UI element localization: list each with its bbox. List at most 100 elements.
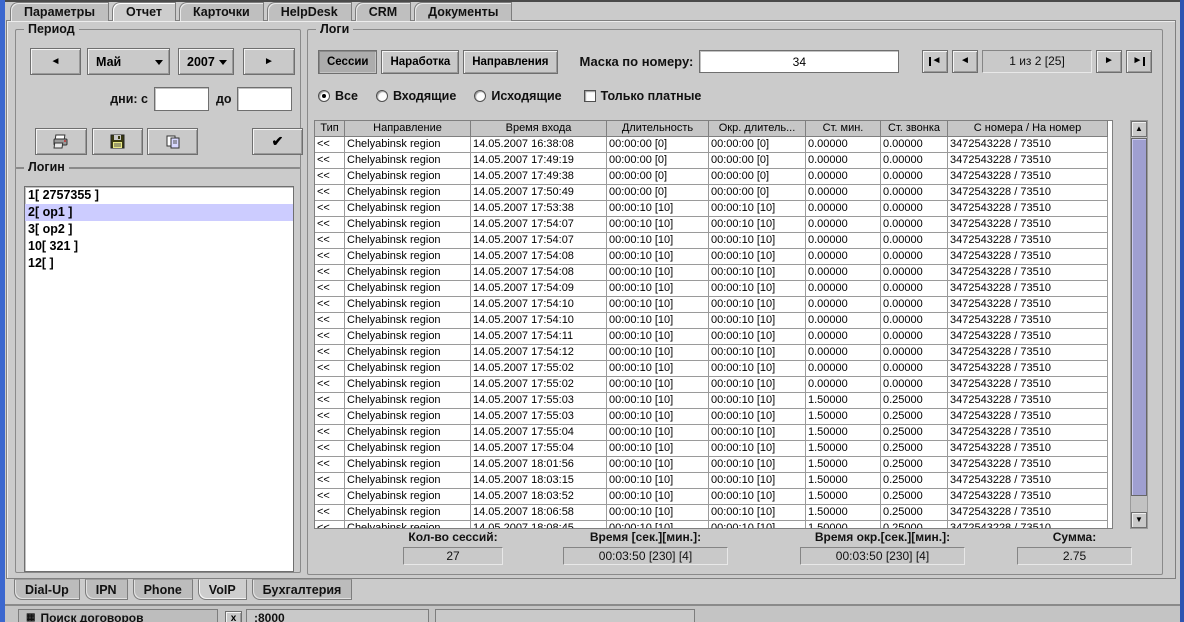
table-row[interactable]: <<Chelyabinsk region14.05.2007 18:03:520… (315, 489, 1112, 505)
taskbar-tab-8000[interactable]: :8000 (246, 609, 429, 622)
login-item[interactable]: 3[ op2 ] (25, 221, 293, 238)
summary-value: 2.75 (1017, 547, 1132, 565)
radio-Все[interactable]: Все (318, 89, 358, 103)
tab-Документы[interactable]: Документы (414, 2, 512, 21)
table-row[interactable]: <<Chelyabinsk region14.05.2007 18:01:560… (315, 457, 1112, 473)
table-row[interactable]: <<Chelyabinsk region14.05.2007 17:54:080… (315, 265, 1112, 281)
table-row[interactable]: <<Chelyabinsk region14.05.2007 17:54:090… (315, 281, 1112, 297)
table-row[interactable]: <<Chelyabinsk region14.05.2007 17:54:070… (315, 233, 1112, 249)
last-page-button[interactable]: ► (1126, 50, 1152, 73)
login-item[interactable]: 12[ ] (25, 255, 293, 272)
table-cell: 00:00:10 [10] (607, 329, 709, 345)
table-cell: 14.05.2007 17:54:12 (471, 345, 607, 361)
login-item[interactable]: 10[ 321 ] (25, 238, 293, 255)
table-cell: << (315, 441, 345, 457)
table-row[interactable]: <<Chelyabinsk region14.05.2007 17:55:030… (315, 393, 1112, 409)
table-row[interactable]: <<Chelyabinsk region14.05.2007 17:54:070… (315, 217, 1112, 233)
print-button[interactable] (35, 128, 87, 155)
table-cell: 00:00:10 [10] (607, 521, 709, 529)
taskbar-tab-empty[interactable] (435, 609, 695, 622)
tab-IPN[interactable]: IPN (85, 579, 128, 600)
table-cell: << (315, 233, 345, 249)
table-row[interactable]: <<Chelyabinsk region14.05.2007 17:49:380… (315, 169, 1112, 185)
summary-label: Время [сек.][мин.]: (590, 530, 701, 544)
paid-only-checkbox[interactable]: Только платные (584, 89, 702, 103)
table-cell: 00:00:10 [10] (709, 489, 806, 505)
summary-label: Сумма: (1053, 530, 1096, 544)
table-row[interactable]: <<Chelyabinsk region14.05.2007 17:49:190… (315, 153, 1112, 169)
prev-page-button[interactable]: ◄ (952, 50, 978, 73)
table-row[interactable]: <<Chelyabinsk region14.05.2007 17:53:380… (315, 201, 1112, 217)
column-header[interactable]: Ст. мин. (806, 121, 881, 137)
table-row[interactable]: <<Chelyabinsk region14.05.2007 16:38:080… (315, 137, 1112, 153)
table-cell: 00:00:10 [10] (709, 457, 806, 473)
table-cell: 1.50000 (806, 425, 881, 441)
mask-input[interactable] (699, 50, 899, 73)
tab-Отчет[interactable]: Отчет (112, 2, 176, 21)
table-cell: 3472543228 / 73510 (948, 137, 1108, 153)
next-month-button[interactable]: ► (243, 48, 295, 75)
column-header[interactable]: Тип (315, 121, 345, 137)
prev-month-button[interactable]: ◄ (30, 48, 81, 75)
tab-Параметры[interactable]: Параметры (10, 2, 109, 21)
login-item[interactable]: 2[ op1 ] (25, 204, 293, 221)
tab-CRM[interactable]: CRM (355, 2, 411, 21)
first-page-button[interactable]: ◄ (922, 50, 948, 73)
radio-Исходящие[interactable]: Исходящие (474, 89, 561, 103)
app-window: ПараметрыОтчетКарточкиHelpDeskCRMДокумен… (0, 0, 1184, 622)
tab-Dial-Up[interactable]: Dial-Up (14, 579, 80, 600)
table-row[interactable]: <<Chelyabinsk region14.05.2007 18:08:450… (315, 521, 1112, 529)
table-cell: 14.05.2007 18:06:58 (471, 505, 607, 521)
table-cell: 0.00000 (806, 169, 881, 185)
table-row[interactable]: <<Chelyabinsk region14.05.2007 17:55:020… (315, 361, 1112, 377)
column-header[interactable]: Ст. звонка (881, 121, 948, 137)
tab-VoIP[interactable]: VoIP (198, 579, 247, 600)
scroll-down-button[interactable]: ▼ (1131, 512, 1147, 528)
login-list[interactable]: 1[ 2757355 ]2[ op1 ]3[ op2 ]10[ 321 ]12[… (24, 186, 294, 572)
day-to-input[interactable] (237, 87, 292, 111)
right-triangle-icon: ► (1133, 56, 1143, 66)
view-button-Направления[interactable]: Направления (463, 50, 557, 74)
next-page-button[interactable]: ► (1096, 50, 1122, 73)
login-item[interactable]: 1[ 2757355 ] (25, 187, 293, 204)
view-button-Наработка[interactable]: Наработка (381, 50, 459, 74)
column-header[interactable]: Направление (345, 121, 471, 137)
table-row[interactable]: <<Chelyabinsk region14.05.2007 17:54:100… (315, 313, 1112, 329)
tab-Карточки[interactable]: Карточки (179, 2, 264, 21)
table-cell: 3472543228 / 73510 (948, 505, 1108, 521)
column-header[interactable]: Время входа (471, 121, 607, 137)
table-cell: 00:00:00 [0] (709, 169, 806, 185)
column-header[interactable]: Окр. длитель... (709, 121, 806, 137)
table-row[interactable]: <<Chelyabinsk region14.05.2007 18:06:580… (315, 505, 1112, 521)
table-cell: 0.00000 (881, 233, 948, 249)
month-select[interactable]: Май (87, 48, 170, 75)
scroll-up-button[interactable]: ▲ (1131, 121, 1147, 137)
table-row[interactable]: <<Chelyabinsk region14.05.2007 17:54:100… (315, 297, 1112, 313)
scrollbar-thumb[interactable] (1131, 138, 1147, 496)
taskbar-tab-search-contracts[interactable]: ▦ Поиск договоров (18, 609, 218, 622)
table-row[interactable]: <<Chelyabinsk region14.05.2007 17:55:020… (315, 377, 1112, 393)
save-button[interactable] (92, 128, 143, 155)
table-row[interactable]: <<Chelyabinsk region14.05.2007 17:55:040… (315, 425, 1112, 441)
tab-Phone[interactable]: Phone (133, 579, 193, 600)
apply-button[interactable]: ✔ (252, 128, 303, 155)
tab-Бухгалтерия[interactable]: Бухгалтерия (252, 579, 353, 600)
table-row[interactable]: <<Chelyabinsk region14.05.2007 17:50:490… (315, 185, 1112, 201)
day-from-input[interactable] (154, 87, 209, 111)
column-header[interactable]: Длительность (607, 121, 709, 137)
table-row[interactable]: <<Chelyabinsk region14.05.2007 17:55:030… (315, 409, 1112, 425)
close-window-button[interactable]: x (225, 611, 242, 622)
table-row[interactable]: <<Chelyabinsk region14.05.2007 17:54:110… (315, 329, 1112, 345)
radio-Входящие[interactable]: Входящие (376, 89, 456, 103)
table-row[interactable]: <<Chelyabinsk region14.05.2007 17:55:040… (315, 441, 1112, 457)
table-row[interactable]: <<Chelyabinsk region14.05.2007 17:54:080… (315, 249, 1112, 265)
column-header[interactable]: С номера / На номер (948, 121, 1108, 137)
tab-HelpDesk[interactable]: HelpDesk (267, 2, 352, 21)
year-select[interactable]: 2007 (178, 48, 234, 75)
copy-button[interactable] (147, 128, 198, 155)
table-row[interactable]: <<Chelyabinsk region14.05.2007 18:03:150… (315, 473, 1112, 489)
table-row[interactable]: <<Chelyabinsk region14.05.2007 17:54:120… (315, 345, 1112, 361)
view-button-Сессии[interactable]: Сессии (318, 50, 377, 74)
sessions-table[interactable]: ТипНаправлениеВремя входаДлительностьОкр… (314, 120, 1113, 529)
table-scrollbar[interactable]: ▲ ▼ (1130, 120, 1148, 529)
